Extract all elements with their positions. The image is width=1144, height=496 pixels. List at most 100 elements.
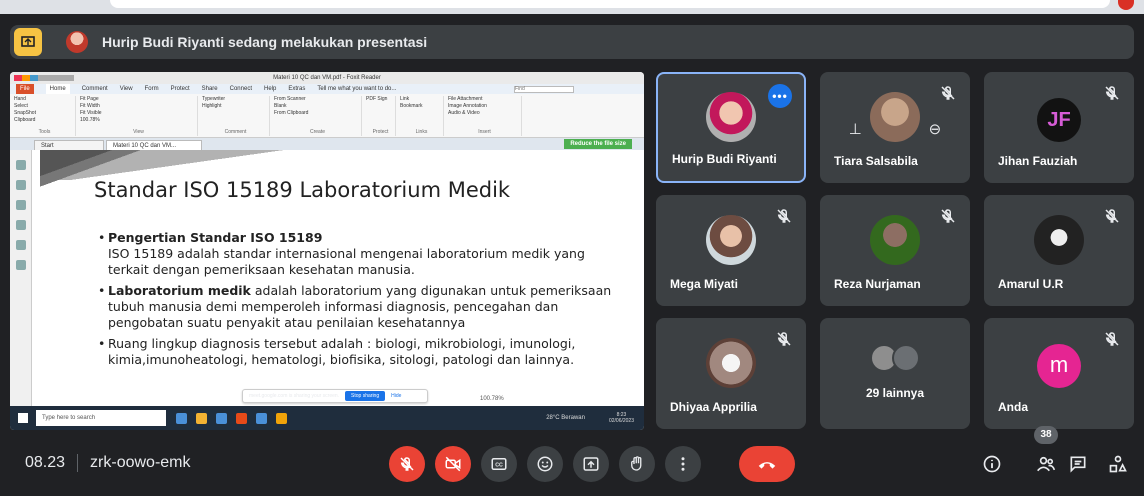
bookmark-icon[interactable] bbox=[16, 160, 26, 170]
zoom-status[interactable]: 100.78% bbox=[480, 396, 504, 402]
ribbon-pdf-sign[interactable]: PDF Sign bbox=[366, 96, 395, 103]
mic-off-icon bbox=[400, 457, 414, 471]
ribbon-fit-width[interactable]: Fit Width bbox=[80, 103, 197, 110]
chat-button[interactable] bbox=[1066, 452, 1090, 476]
ribbon-select[interactable]: Select bbox=[14, 103, 75, 110]
taskbar-search-input[interactable]: Type here to search bbox=[36, 410, 166, 426]
captions-button[interactable]: CC bbox=[481, 446, 517, 482]
meeting-details-button[interactable] bbox=[980, 452, 1004, 476]
ribbon-link[interactable]: Link bbox=[400, 96, 443, 103]
menu-protect[interactable]: Protect bbox=[171, 86, 190, 92]
more-vert-icon bbox=[681, 457, 685, 471]
tab-document[interactable]: Materi 10 QC dan VM... bbox=[106, 140, 202, 150]
raise-hand-button[interactable] bbox=[619, 446, 655, 482]
participant-tile-jihan[interactable]: JF Jihan Fauziah bbox=[984, 72, 1134, 183]
participant-tile-tiara[interactable]: ⊥ ⊖ Tiara Salsabila bbox=[820, 72, 970, 183]
stop-sharing-button[interactable]: Stop sharing bbox=[345, 391, 386, 401]
address-bar[interactable] bbox=[110, 0, 1110, 8]
participant-tile-others[interactable]: 29 lainnya bbox=[820, 318, 970, 429]
link-icon[interactable] bbox=[16, 240, 26, 250]
tab-start[interactable]: Start bbox=[34, 140, 104, 150]
reduce-file-size-button[interactable]: Reduce the file size bbox=[564, 139, 632, 149]
bottom-control-bar: 08.23 zrk-oowo-emk CC 38 bbox=[0, 426, 1144, 496]
ribbon-from-clipboard[interactable]: From Clipboard bbox=[274, 110, 361, 117]
pages-icon[interactable] bbox=[16, 180, 26, 190]
tile-hover-controls: ⊥ ⊖ bbox=[832, 114, 958, 144]
presentation-banner: Hurip Budi Riyanti sedang melakukan pres… bbox=[10, 25, 1134, 59]
remove-icon[interactable]: ⊖ bbox=[929, 120, 942, 138]
ribbon-view-group: Fit Page Fit Width Fit Visible 100.78% V… bbox=[80, 96, 198, 136]
ribbon-from-scanner[interactable]: From Scanner bbox=[274, 96, 361, 103]
ribbon-clipboard[interactable]: Clipboard bbox=[14, 117, 75, 124]
activities-button[interactable] bbox=[1106, 452, 1130, 476]
participant-tile-self[interactable]: m Anda bbox=[984, 318, 1134, 429]
ribbon-snapshot[interactable]: SnapShot bbox=[14, 110, 75, 117]
store-icon[interactable] bbox=[236, 412, 247, 424]
foxit-icon[interactable] bbox=[276, 412, 287, 424]
pin-icon[interactable]: ⊥ bbox=[849, 120, 862, 138]
other-participants: 29 lainnya bbox=[860, 344, 930, 400]
more-options-icon[interactable]: ••• bbox=[768, 84, 792, 108]
ribbon-create-group: From Scanner Blank From Clipboard Create bbox=[274, 96, 362, 136]
ribbon-highlight[interactable]: Highlight bbox=[202, 103, 269, 110]
taskbar-weather[interactable]: 28°C Berawan bbox=[546, 415, 585, 421]
people-icon bbox=[1037, 456, 1056, 472]
menu-home[interactable]: Home bbox=[45, 84, 70, 94]
more-options-button[interactable] bbox=[665, 446, 701, 482]
mic-off-icon bbox=[777, 209, 791, 223]
profile-icon[interactable] bbox=[1118, 0, 1134, 10]
security-icon[interactable] bbox=[16, 260, 26, 270]
chrome-icon[interactable] bbox=[196, 412, 207, 424]
participant-name: Mega Miyati bbox=[670, 277, 739, 291]
task-view-icon[interactable] bbox=[176, 412, 187, 424]
ribbon-fit-page[interactable]: Fit Page bbox=[80, 96, 197, 103]
menu-extras[interactable]: Extras bbox=[288, 86, 305, 92]
mail-icon[interactable] bbox=[256, 412, 267, 424]
menu-share[interactable]: Share bbox=[202, 86, 218, 92]
browser-top-strip bbox=[0, 0, 1144, 14]
ribbon-hand[interactable]: Hand bbox=[14, 96, 75, 103]
screen-share-notice: meet.google.com is sharing your screen. … bbox=[242, 389, 428, 403]
people-button[interactable] bbox=[1034, 452, 1058, 476]
ribbon-image-annotation[interactable]: Image Annotation bbox=[448, 103, 521, 110]
participant-tile-dhiyaa[interactable]: Dhiyaa Apprilia bbox=[656, 318, 806, 429]
menu-form[interactable]: Form bbox=[145, 86, 159, 92]
menu-comment[interactable]: Comment bbox=[82, 86, 108, 92]
ribbon-protect-group: PDF Sign Protect bbox=[366, 96, 396, 136]
participant-photo bbox=[870, 214, 920, 265]
participant-tile-amarul[interactable]: Amarul U.R bbox=[984, 195, 1134, 306]
participant-tile-mega[interactable]: Mega Miyati bbox=[656, 195, 806, 306]
tell-me-box[interactable]: Tell me what you want to do... bbox=[317, 86, 396, 92]
mic-off-icon bbox=[941, 209, 955, 223]
ribbon-audio-video[interactable]: Audio & Video bbox=[448, 110, 521, 117]
shared-screen: Materi 10 QC dan VM.pdf - Foxit Reader F… bbox=[10, 72, 644, 430]
ribbon-file-attachment[interactable]: File Attachment bbox=[448, 96, 521, 103]
microphone-toggle-button[interactable] bbox=[389, 446, 425, 482]
menu-connect[interactable]: Connect bbox=[230, 86, 252, 92]
emoji-reaction-button[interactable] bbox=[527, 446, 563, 482]
quick-access-toolbar[interactable] bbox=[14, 75, 74, 81]
menu-file[interactable]: File bbox=[16, 84, 34, 94]
explorer-icon[interactable] bbox=[216, 412, 227, 424]
ribbon-blank[interactable]: Blank bbox=[274, 103, 361, 110]
participant-photo bbox=[706, 214, 756, 265]
attachments-icon[interactable] bbox=[16, 220, 26, 230]
present-now-button[interactable] bbox=[573, 446, 609, 482]
people-count-badge: 38 bbox=[1034, 426, 1058, 444]
find-input[interactable]: Find bbox=[514, 85, 574, 93]
windows-start-icon[interactable] bbox=[18, 413, 28, 423]
ribbon-zoom[interactable]: 100.78% bbox=[80, 117, 197, 124]
hide-notice-button[interactable]: Hide bbox=[391, 393, 401, 399]
ribbon-typewriter[interactable]: Typewriter bbox=[202, 96, 269, 103]
camera-toggle-button[interactable] bbox=[435, 446, 471, 482]
participant-tile-reza[interactable]: Reza Nurjaman bbox=[820, 195, 970, 306]
leave-call-button[interactable] bbox=[739, 446, 795, 482]
ribbon-insert-group: File Attachment Image Annotation Audio &… bbox=[448, 96, 522, 136]
taskbar-clock[interactable]: 8:23 02/06/2023 bbox=[609, 412, 634, 424]
ribbon-bookmark[interactable]: Bookmark bbox=[400, 103, 443, 110]
layers-icon[interactable] bbox=[16, 200, 26, 210]
menu-view[interactable]: View bbox=[120, 86, 133, 92]
ribbon-fit-visible[interactable]: Fit Visible bbox=[80, 110, 197, 117]
menu-help[interactable]: Help bbox=[264, 86, 276, 92]
participant-tile-hurip[interactable]: ••• Hurip Budi Riyanti bbox=[656, 72, 806, 183]
